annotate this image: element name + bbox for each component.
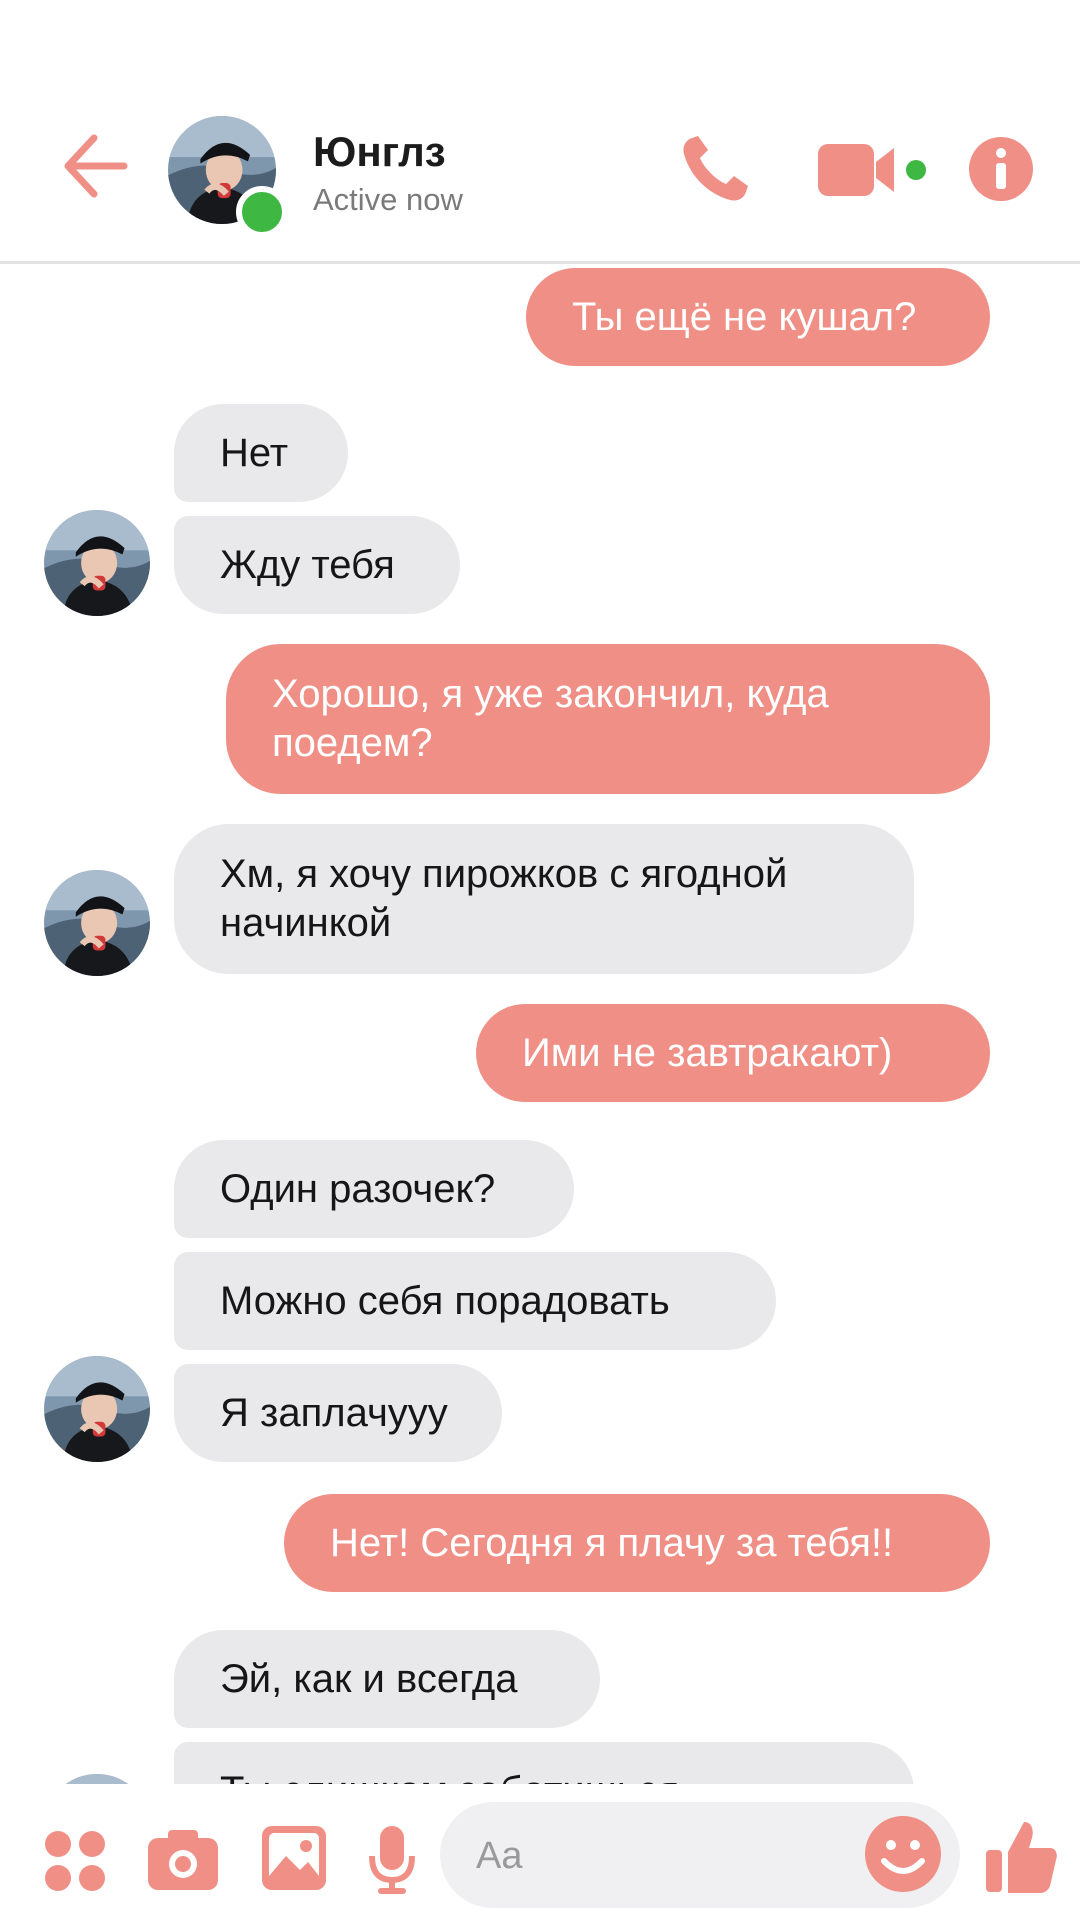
message-list[interactable]: Ты ещё не кушал? Нет Жду тебя Хорошо, я … [0,264,1080,1784]
contact-status: Active now [313,182,463,217]
avatar-image [44,510,150,616]
contact-avatar[interactable] [44,510,150,616]
contact-name[interactable]: Юнглз [313,128,446,176]
avatar-image [44,1356,150,1462]
four-dots-icon[interactable] [44,1830,106,1892]
online-status-dot [236,186,288,238]
image-icon[interactable] [262,1826,326,1890]
message-input[interactable] [474,1802,858,1910]
contact-avatar[interactable] [44,1774,150,1784]
back-arrow-icon[interactable] [58,130,130,202]
outgoing-message[interactable]: Ими не завтракают) [476,1004,990,1102]
video-camera-icon[interactable] [818,142,936,198]
avatar-image [44,1774,150,1784]
incoming-message[interactable]: Я заплачууу [174,1364,502,1462]
incoming-message[interactable]: Можно себя порадовать [174,1252,776,1350]
incoming-message[interactable]: Один разочек? [174,1140,574,1238]
contact-avatar[interactable] [44,870,150,976]
incoming-message[interactable]: Эй, как и всегда [174,1630,600,1728]
incoming-message[interactable]: Хм, я хочу пирожков с ягодной начинкой [174,824,914,974]
conversation-header: Юнглз Active now [0,0,1080,264]
incoming-message[interactable]: Нет [174,404,348,502]
avatar-image [44,870,150,976]
incoming-message[interactable]: Жду тебя [174,516,460,614]
outgoing-message[interactable]: Нет! Сегодня я плачу за тебя!! [284,1494,990,1592]
message-composer [0,1784,1080,1920]
thumbs-up-icon[interactable] [986,1818,1058,1894]
info-icon[interactable] [968,136,1034,202]
microphone-icon[interactable] [368,1826,416,1896]
phone-icon[interactable] [676,132,752,208]
message-field [440,1802,960,1910]
contact-avatar[interactable] [44,1356,150,1462]
incoming-message[interactable]: Ты слишком заботишься [174,1742,914,1784]
camera-icon[interactable] [148,1828,218,1890]
outgoing-message[interactable]: Ты ещё не кушал? [526,268,990,366]
smiley-icon[interactable] [864,1815,942,1893]
outgoing-message[interactable]: Хорошо, я уже закончил, куда поедем? [226,644,990,794]
